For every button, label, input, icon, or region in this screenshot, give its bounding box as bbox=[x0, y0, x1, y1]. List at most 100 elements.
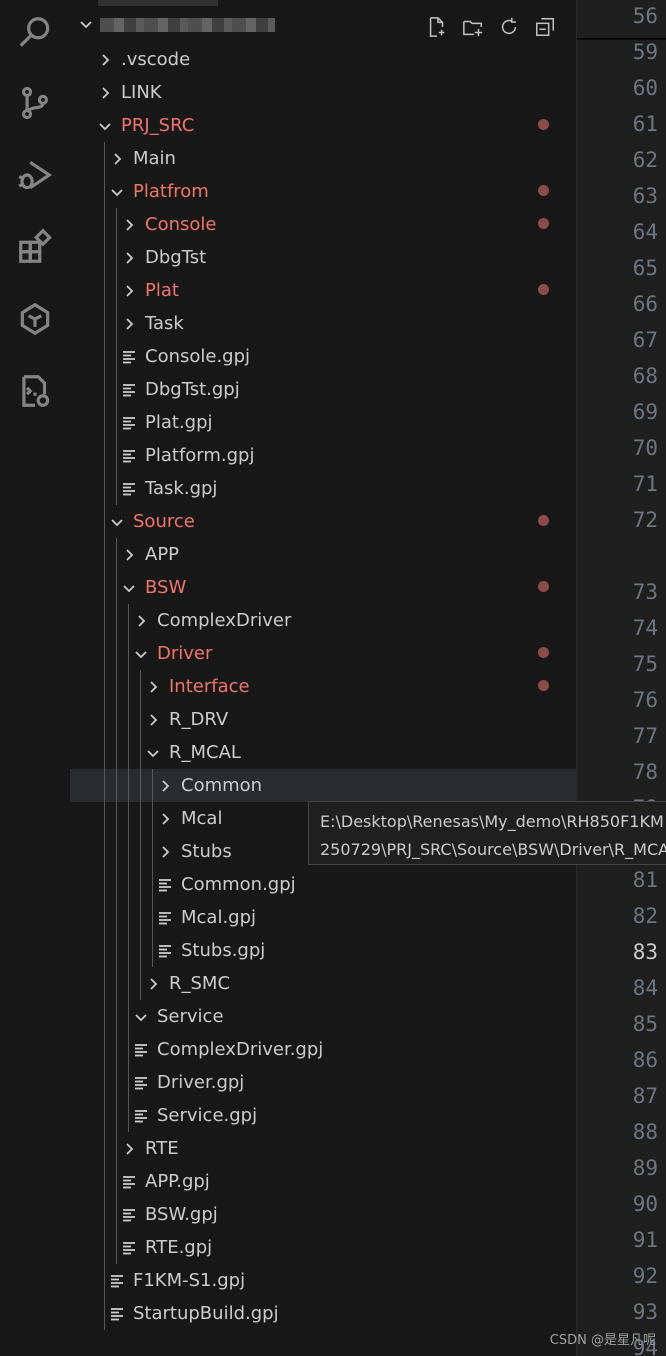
file-lines-icon bbox=[157, 943, 173, 959]
line-number: 67 bbox=[632, 328, 658, 352]
modified-dot-icon bbox=[538, 218, 549, 229]
file-lines-icon bbox=[121, 1207, 137, 1223]
settings-file-icon[interactable] bbox=[14, 370, 56, 412]
run-debug-icon[interactable] bbox=[14, 154, 56, 196]
chevron-down-icon bbox=[97, 118, 113, 134]
tree-folder-row[interactable]: R_MCAL bbox=[70, 736, 576, 769]
tree-file-row[interactable]: Driver.gpj bbox=[70, 1066, 576, 1099]
line-number: 61 bbox=[632, 112, 658, 136]
refresh-icon[interactable] bbox=[495, 14, 523, 40]
path-tooltip: E:\Desktop\Renesas\My_demo\RH850F1KM 250… bbox=[308, 801, 666, 865]
tree-item-label: ComplexDriver.gpj bbox=[157, 1039, 324, 1060]
tree-item-label: DbgTst bbox=[145, 247, 207, 268]
line-number: 71 bbox=[632, 472, 658, 496]
tree-file-row[interactable]: F1KM-S1.gpj bbox=[70, 1264, 576, 1297]
tree-folder-row[interactable]: Main bbox=[70, 142, 576, 175]
tree-item-label: Service bbox=[157, 1006, 224, 1027]
watermark: CSDN @是星凡呢 bbox=[549, 1333, 656, 1348]
tree-file-row[interactable]: BSW.gpj bbox=[70, 1198, 576, 1231]
tree-file-row[interactable]: DbgTst.gpj bbox=[70, 373, 576, 406]
chevron-right-icon bbox=[121, 217, 137, 233]
tree-folder-row[interactable]: APP bbox=[70, 538, 576, 571]
chevron-right-icon bbox=[157, 811, 173, 827]
line-number: 90 bbox=[632, 1192, 658, 1216]
tree-item-label: Console bbox=[145, 214, 217, 235]
indent-guide bbox=[140, 670, 141, 1000]
indent-guide bbox=[128, 604, 129, 1132]
source-control-icon[interactable] bbox=[14, 82, 56, 124]
tree-item-label: R_DRV bbox=[169, 709, 229, 730]
new-folder-icon[interactable] bbox=[459, 14, 487, 40]
indent-guide bbox=[104, 142, 105, 1330]
line-number: 74 bbox=[632, 616, 658, 640]
tree-folder-row[interactable]: Interface bbox=[70, 670, 576, 703]
extensions-icon[interactable] bbox=[14, 226, 56, 268]
indent-guide bbox=[152, 769, 153, 967]
tree-folder-row[interactable]: R_SMC bbox=[70, 967, 576, 1000]
chevron-right-icon bbox=[157, 778, 173, 794]
tree-folder-row[interactable]: DbgTst bbox=[70, 241, 576, 274]
tree-file-row[interactable]: Task.gpj bbox=[70, 472, 576, 505]
tree-folder-row[interactable]: LINK bbox=[70, 76, 576, 109]
tree-folder-row[interactable]: Driver bbox=[70, 637, 576, 670]
tree-item-label: Platfrom bbox=[133, 181, 209, 202]
file-lines-icon bbox=[121, 415, 137, 431]
line-number: 77 bbox=[632, 724, 658, 748]
file-lines-icon bbox=[121, 382, 137, 398]
tree-file-row[interactable]: StartupBuild.gpj bbox=[70, 1297, 576, 1330]
tree-item-label: Task.gpj bbox=[145, 478, 218, 499]
line-number: 59 bbox=[632, 40, 658, 64]
tree-folder-row[interactable]: Service bbox=[70, 1000, 576, 1033]
tree-file-row[interactable]: Platform.gpj bbox=[70, 439, 576, 472]
tree-file-row[interactable]: Console.gpj bbox=[70, 340, 576, 373]
tree-item-label: Mcal.gpj bbox=[181, 907, 257, 928]
tree-file-row[interactable]: Plat.gpj bbox=[70, 406, 576, 439]
line-number: 76 bbox=[632, 688, 658, 712]
line-number: 88 bbox=[632, 1120, 658, 1144]
plugin-icon[interactable] bbox=[14, 298, 56, 340]
modified-dot-icon bbox=[538, 515, 549, 526]
tree-folder-row[interactable]: BSW bbox=[70, 571, 576, 604]
tree-item-label: APP.gpj bbox=[145, 1171, 210, 1192]
chevron-down-icon bbox=[109, 184, 125, 200]
tree-file-row[interactable]: RTE.gpj bbox=[70, 1231, 576, 1264]
tree-file-row[interactable]: Common.gpj bbox=[70, 868, 576, 901]
tree-folder-row[interactable]: R_DRV bbox=[70, 703, 576, 736]
tree-item-label: Console.gpj bbox=[145, 346, 251, 367]
explorer-panel: .vscode LINK PRJ_SRC Main Platfrom Console Dbg… bbox=[70, 0, 577, 1356]
tree-file-row[interactable]: APP.gpj bbox=[70, 1165, 576, 1198]
tree-item-label: BSW bbox=[145, 577, 187, 598]
new-file-icon[interactable] bbox=[423, 14, 451, 40]
tree-item-label: Common bbox=[181, 775, 263, 796]
tree-file-row[interactable]: Stubs.gpj bbox=[70, 934, 576, 967]
tree-item-label: Driver bbox=[157, 643, 213, 664]
tree-folder-row[interactable]: ComplexDriver bbox=[70, 604, 576, 637]
tree-folder-row[interactable]: PRJ_SRC bbox=[70, 109, 576, 142]
tree-file-row[interactable]: Service.gpj bbox=[70, 1099, 576, 1132]
tree-item-label: F1KM-S1.gpj bbox=[133, 1270, 246, 1291]
line-number: 60 bbox=[632, 76, 658, 100]
tree-folder-row[interactable]: Console bbox=[70, 208, 576, 241]
workspace-root-row[interactable] bbox=[70, 10, 576, 43]
tree-item-label: Platform.gpj bbox=[145, 445, 255, 466]
tree-file-row[interactable]: ComplexDriver.gpj bbox=[70, 1033, 576, 1066]
tree-folder-row[interactable]: Common bbox=[70, 769, 576, 802]
tree-folder-row[interactable]: Source bbox=[70, 505, 576, 538]
tree-folder-row[interactable]: Task bbox=[70, 307, 576, 340]
search-icon[interactable] bbox=[14, 12, 56, 54]
tree-item-label: Plat.gpj bbox=[145, 412, 213, 433]
collapse-all-icon[interactable] bbox=[531, 14, 559, 40]
chevron-down-icon[interactable] bbox=[78, 16, 94, 32]
tree-folder-row[interactable]: .vscode bbox=[70, 43, 576, 76]
tree-item-label: Stubs.gpj bbox=[181, 940, 266, 961]
tree-folder-row[interactable]: Platfrom bbox=[70, 175, 576, 208]
file-lines-icon bbox=[133, 1042, 149, 1058]
workspace-root-name-redacted bbox=[100, 18, 275, 32]
file-lines-icon bbox=[109, 1306, 125, 1322]
chevron-down-icon bbox=[133, 1009, 149, 1025]
editor-line-gutter: 56 59 60 61 62 63 64 65 66 67 68 69 70 71 72 73 74 75 76 77… bbox=[577, 0, 666, 1356]
tree-folder-row[interactable]: Plat bbox=[70, 274, 576, 307]
tree-file-row[interactable]: Mcal.gpj bbox=[70, 901, 576, 934]
tree-folder-row[interactable]: RTE bbox=[70, 1132, 576, 1165]
line-number: 66 bbox=[632, 292, 658, 316]
